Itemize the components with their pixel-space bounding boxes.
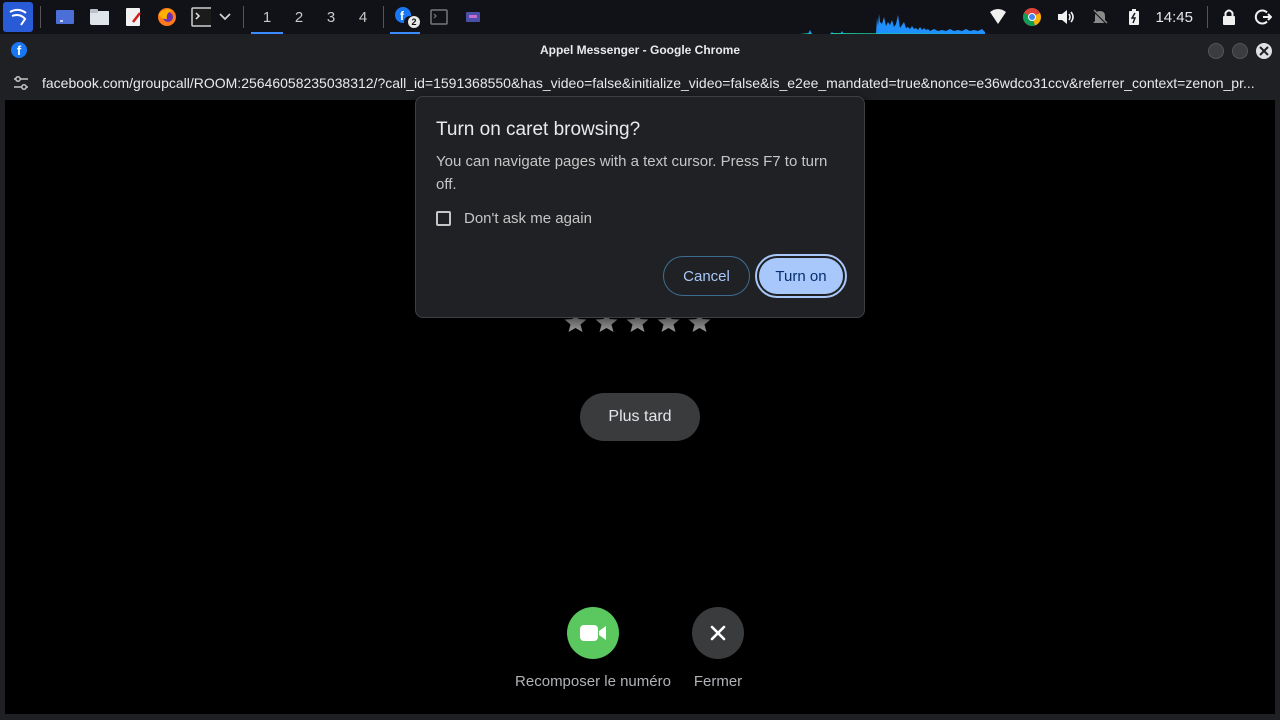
dialog-title: Turn on caret browsing?	[436, 119, 641, 140]
address-bar: facebook.com/groupcall/ROOM:256460582350…	[0, 66, 1280, 100]
workspace-label: 1	[262, 8, 272, 26]
taskbar-app-window[interactable]	[456, 0, 490, 34]
network-activity-graph	[800, 14, 985, 34]
video-camera-icon	[580, 625, 606, 641]
maximize-button[interactable]	[1232, 43, 1248, 59]
taskbar-terminal-window[interactable]	[422, 0, 456, 34]
workspace-1-button[interactable]: 1	[251, 0, 283, 34]
dont-ask-again-label[interactable]: Don't ask me again	[464, 210, 592, 227]
workspace-2-button[interactable]: 2	[283, 0, 315, 34]
workspace-label: 2	[294, 8, 304, 26]
window-count-badge: 2	[408, 16, 420, 28]
close-icon	[1259, 46, 1269, 56]
browser-title-bar: f Appel Messenger - Google Chrome	[0, 34, 1280, 66]
close-label: Fermer	[693, 673, 743, 690]
file-manager-icon[interactable]	[89, 7, 109, 27]
later-button[interactable]: Plus tard	[580, 393, 700, 441]
close-window-button[interactable]	[1256, 43, 1272, 59]
recall-button[interactable]	[567, 607, 619, 659]
workspace-3-button[interactable]: 3	[315, 0, 347, 34]
close-action: Fermer	[678, 607, 758, 690]
chevron-down-icon[interactable]	[218, 7, 232, 27]
minimize-button[interactable]	[1208, 43, 1224, 59]
taskbar-separator	[243, 6, 244, 28]
caret-browsing-dialog: Turn on caret browsing? You can navigate…	[415, 96, 865, 318]
dont-ask-again-row[interactable]: Don't ask me again	[436, 210, 592, 227]
dont-ask-again-checkbox[interactable]	[436, 211, 451, 226]
taskbar-separator	[383, 6, 384, 28]
clock[interactable]: 14:45	[1155, 9, 1193, 26]
taskbar-messenger-window[interactable]: f 2	[388, 0, 422, 34]
desktop-icon[interactable]	[55, 7, 75, 27]
battery-icon[interactable]	[1124, 7, 1144, 27]
turn-on-button[interactable]: Turn on	[755, 254, 847, 298]
taskbar: 1 2 3 4 f 2 14:45	[0, 0, 1280, 34]
dialog-message: You can navigate pages with a text curso…	[436, 153, 828, 193]
kali-menu-icon[interactable]	[3, 2, 33, 32]
wifi-icon[interactable]	[988, 7, 1008, 27]
site-settings-icon[interactable]	[13, 75, 29, 91]
url-text[interactable]: facebook.com/groupcall/ROOM:256460582350…	[42, 75, 1257, 91]
close-icon	[710, 625, 726, 641]
workspace-4-button[interactable]: 4	[347, 0, 379, 34]
window-title: Appel Messenger - Google Chrome	[539, 43, 741, 57]
taskbar-separator	[40, 6, 41, 28]
logout-icon[interactable]	[1253, 7, 1273, 27]
terminal-icon[interactable]	[191, 7, 211, 27]
cancel-button[interactable]: Cancel	[663, 256, 750, 296]
turn-on-label: Turn on	[759, 258, 843, 294]
taskbar-separator	[1207, 6, 1208, 28]
text-editor-icon[interactable]	[123, 7, 143, 27]
workspace-label: 3	[326, 8, 336, 26]
volume-icon[interactable]	[1056, 7, 1076, 27]
recall-action: Recomposer le numéro	[513, 607, 673, 690]
recall-label: Recomposer le numéro	[515, 673, 671, 690]
close-call-button[interactable]	[692, 607, 744, 659]
notifications-muted-icon[interactable]	[1090, 7, 1110, 27]
firefox-icon[interactable]	[157, 7, 177, 27]
workspace-label: 4	[358, 8, 368, 26]
chrome-icon[interactable]	[1022, 7, 1042, 27]
lock-icon[interactable]	[1219, 7, 1239, 27]
